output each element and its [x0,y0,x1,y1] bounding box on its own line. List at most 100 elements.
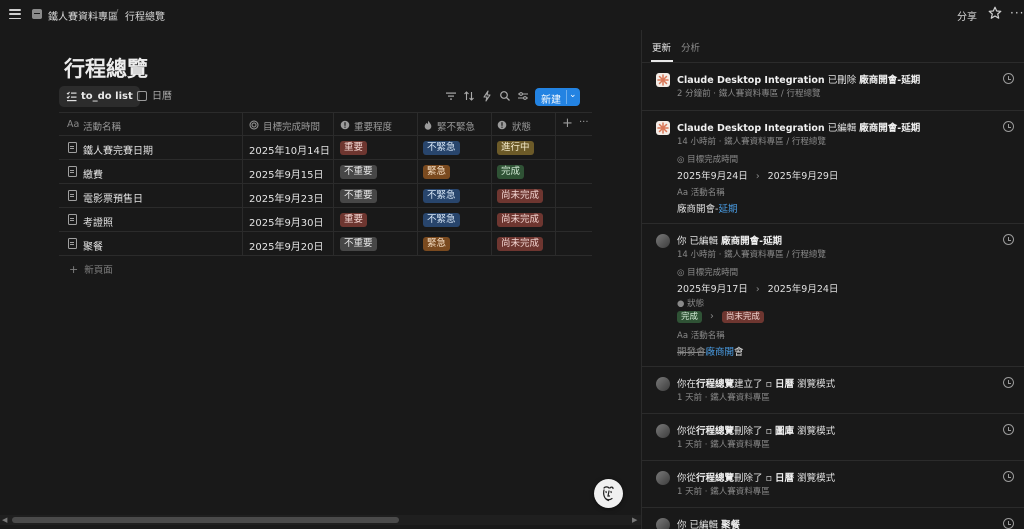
chevron-down-icon[interactable]: ⌄ [569,90,577,100]
update-meta: 2 分鐘前 · 鐵人賽資料專區 / 行程總覽 [677,89,821,99]
update-title: 你 已編輯 廠商開會-延期 [677,233,782,247]
column-divider [417,113,418,135]
update-page[interactable]: 行程總覽 [696,473,734,484]
history-clock-icon[interactable] [1003,73,1014,84]
filter-icon[interactable] [445,90,457,102]
table-row[interactable]: 聚餐 2025年9月20日 不重要 緊急 尚未完成 [59,232,592,256]
column-divider [555,160,556,183]
update-target[interactable]: 廠商開會-延期 [721,236,782,247]
status-tag[interactable]: 尚未完成 [497,237,544,251]
gallery-icon: ▫ [762,426,776,437]
update-target[interactable]: 廠商開會-延期 [859,75,920,86]
target-icon: ◎ [677,268,688,278]
cell-name[interactable]: 鐵人賽完賽日期 [83,142,153,157]
breadcrumb-page[interactable]: 行程總覽 [125,8,165,23]
new-button[interactable]: 新建 ⌄ [535,88,580,106]
status-tag[interactable]: 尚未完成 [497,213,544,227]
cell-date[interactable]: 2025年10月14日 [249,142,330,157]
panel-divider [642,366,1024,367]
scrollbar-thumb[interactable] [12,517,399,523]
tab-analytics[interactable]: 分析 [681,40,700,54]
urgency-tag[interactable]: 不緊急 [423,213,460,227]
assistant-face-icon[interactable] [594,479,623,508]
header-name[interactable]: 活動名稱 [83,119,121,133]
search-icon[interactable] [499,90,511,102]
update-page[interactable]: 行程總覽 [696,379,734,390]
cell-name[interactable]: 考證照 [83,214,113,229]
urgency-tag[interactable]: 緊急 [423,165,451,179]
share-button[interactable]: 分享 [957,8,977,23]
urgency-tag[interactable]: 不緊急 [423,189,460,203]
update-target[interactable]: 聚餐 [721,520,740,529]
sort-icon[interactable] [463,90,475,102]
column-divider [555,113,556,135]
add-new-page-button[interactable]: + 新頁面 [69,262,113,276]
scroll-right-icon[interactable]: ▶ [632,516,637,524]
cell-date[interactable]: 2025年9月15日 [249,166,324,181]
update-target[interactable]: 廠商開會-延期 [859,123,920,134]
history-clock-icon[interactable] [1003,518,1014,529]
old-status-tag: 完成 [677,311,703,323]
history-clock-icon[interactable] [1003,424,1014,435]
horizontal-scrollbar[interactable]: ◀ ▶ [0,515,641,525]
history-clock-icon[interactable] [1003,471,1014,482]
cell-name[interactable]: 電影票預售日 [83,190,143,205]
history-clock-icon[interactable] [1003,377,1014,388]
user-avatar [656,424,670,438]
arrow-right-icon: › [710,311,714,322]
header-urgency[interactable]: 緊不緊急 [437,119,475,133]
urgency-tag[interactable]: 緊急 [423,237,451,251]
update-actor: Claude Desktop Integration [677,75,825,86]
page-title: 行程總覽 [64,57,148,81]
tab-calendar[interactable]: 日曆 [137,86,172,107]
column-divider [491,184,492,207]
property-name: 目標完成時間 [687,155,739,165]
history-clock-icon[interactable] [1003,234,1014,245]
column-options-icon[interactable]: ··· [579,117,589,128]
header-target-date[interactable]: 目標完成時間 [263,119,320,133]
automation-bolt-icon[interactable] [481,90,493,102]
cell-date[interactable]: 2025年9月23日 [249,190,324,205]
importance-tag[interactable]: 不重要 [340,189,377,203]
table-row[interactable]: 考證照 2025年9月30日 重要 不緊急 尚未完成 [59,208,592,232]
property-change: 完成 › 尚未完成 [677,311,764,323]
update-page[interactable]: 行程總覽 [696,426,734,437]
column-divider [242,232,243,255]
cell-date[interactable]: 2025年9月20日 [249,238,324,253]
importance-tag[interactable]: 重要 [340,213,368,227]
history-clock-icon[interactable] [1003,121,1014,132]
tab-to-do-list[interactable]: to_do list [59,86,140,107]
add-column-icon[interactable]: + [562,116,573,131]
update-actor: Claude Desktop Integration [677,123,825,134]
status-tag[interactable]: 進行中 [497,141,534,155]
cell-name[interactable]: 聚餐 [83,238,103,253]
status-tag[interactable]: 尚未完成 [497,189,544,203]
table-row[interactable]: 電影票預售日 2025年9月23日 不重要 不緊急 尚未完成 [59,184,592,208]
importance-tag[interactable]: 不重要 [340,165,377,179]
scroll-left-icon[interactable]: ◀ [2,516,7,524]
importance-tag[interactable]: 重要 [340,141,368,155]
tab-to-do-list-label: to_do list [81,91,133,102]
table-row[interactable]: 鐵人賽完賽日期 2025年10月14日 重要 不緊急 進行中 [59,136,592,160]
breadcrumb-workspace[interactable]: 鐵人賽資料專區 [48,8,118,23]
settings-sliders-icon[interactable] [517,90,529,102]
more-options-icon[interactable]: ··· [1010,6,1024,20]
checklist-icon [66,91,77,102]
header-importance[interactable]: 重要程度 [354,119,392,133]
urgency-tag[interactable]: 不緊急 [423,141,460,155]
text-type-icon: Aa [67,119,80,130]
importance-tag[interactable]: 不重要 [340,237,377,251]
tab-updates[interactable]: 更新 [652,40,671,54]
column-divider [491,136,492,159]
cell-date[interactable]: 2025年9月30日 [249,214,324,229]
table-row[interactable]: 繳費 2025年9月15日 不重要 緊急 完成 [59,160,592,184]
update-meta: 1 天前 · 鐵人賽資料專區 [677,487,770,497]
add-new-page-label: 新頁面 [84,265,113,276]
status-tag[interactable]: 完成 [497,165,525,179]
header-status[interactable]: 狀態 [512,119,531,133]
sidebar-menu-icon[interactable] [9,9,21,19]
update-actor: 你 [677,520,687,529]
panel-divider [642,223,1024,224]
cell-name[interactable]: 繳費 [83,166,103,181]
favorite-star-icon[interactable] [988,6,1002,20]
